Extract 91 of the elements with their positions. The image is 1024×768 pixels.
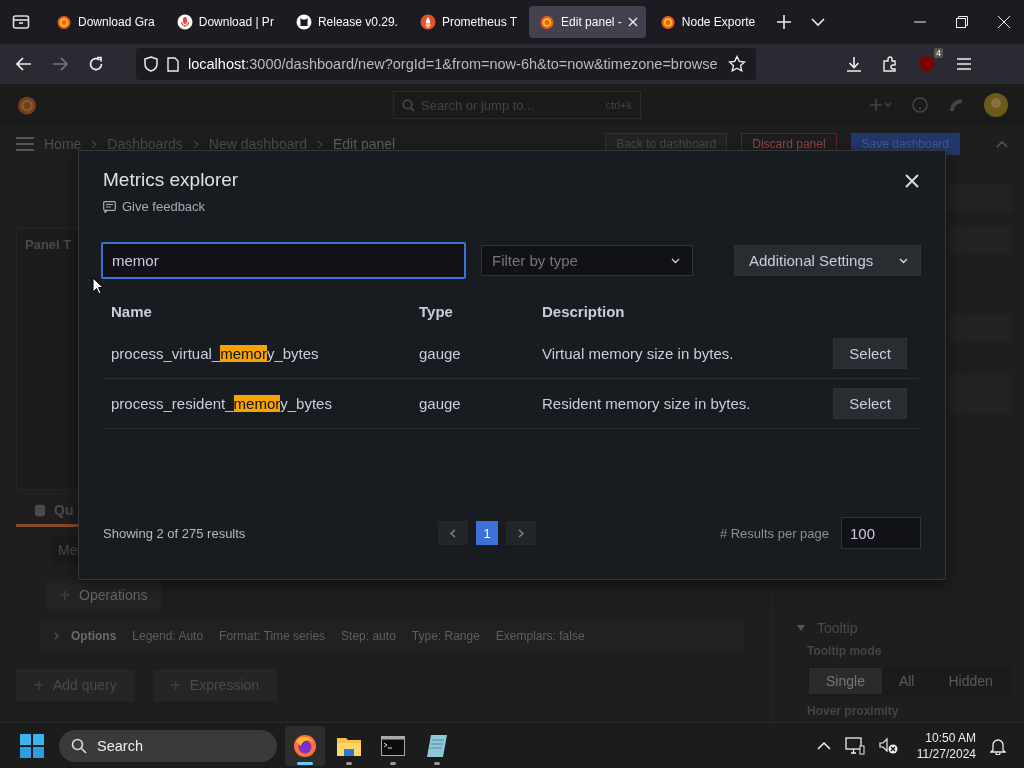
taskbar-search[interactable]: Search — [59, 729, 277, 762]
table-cell-text: Virtual memory size in bytes. — [542, 345, 735, 362]
fox-globe-icon — [293, 733, 317, 758]
search-icon — [71, 737, 87, 754]
browser-tab[interactable]: Node Exporte — [649, 6, 764, 38]
chevron-right-icon — [192, 139, 199, 149]
search-icon — [402, 98, 415, 112]
avatar-icon[interactable] — [984, 93, 1008, 117]
browser-tab[interactable]: Prometheus T — [409, 6, 526, 38]
chevron-right-icon — [91, 139, 98, 149]
chevron-down-icon — [899, 257, 908, 264]
browser-tab[interactable]: Download | Pr — [166, 6, 282, 38]
chevron-down-icon — [671, 257, 680, 264]
search-input[interactable]: memor — [101, 242, 466, 279]
select-button[interactable]: Select — [833, 388, 907, 419]
chevron-left-icon — [450, 528, 456, 538]
option-summary: Type: Range — [411, 629, 480, 643]
tab-title: Download Gra — [78, 15, 155, 29]
taskbar-app[interactable] — [285, 725, 325, 766]
close-icon[interactable] — [905, 174, 919, 188]
tab-title: Edit panel - — [561, 15, 622, 29]
forward-arrow-icon[interactable] — [52, 57, 68, 71]
puzzle-icon[interactable] — [882, 56, 898, 72]
chevron-right-icon — [518, 528, 524, 538]
breadcrumb-link[interactable]: Edit panel — [332, 136, 396, 152]
options-label: Options — [71, 629, 117, 643]
muted-speaker-icon[interactable] — [878, 736, 899, 755]
column-header: Description — [542, 302, 626, 320]
table-cell-text: Resident memory size in bytes. — [542, 395, 752, 412]
clock-time[interactable]: 10:50 AM — [925, 729, 976, 746]
reload-icon[interactable] — [88, 56, 104, 72]
table-cell-text: gauge — [419, 395, 462, 412]
bell-icon[interactable] — [990, 736, 1006, 755]
mode-option[interactable]: All — [881, 668, 932, 694]
clock-date[interactable]: 11/27/2024 — [916, 745, 976, 762]
option-summary: Exemplars: false — [495, 629, 585, 643]
close-icon[interactable] — [998, 16, 1010, 28]
per-page-input[interactable]: 100 — [841, 517, 921, 549]
tab-list-icon[interactable] — [12, 14, 30, 30]
torch-logo-icon — [419, 14, 436, 30]
download-icon[interactable] — [846, 56, 862, 72]
back-arrow-icon[interactable] — [16, 57, 32, 71]
star-icon[interactable] — [728, 55, 746, 73]
terminal-icon — [381, 735, 405, 756]
comment-icon — [103, 200, 116, 213]
type-filter-select[interactable]: Filter by type — [481, 245, 693, 276]
browser-tab[interactable]: Edit panel - — [529, 6, 646, 38]
feedback-link[interactable]: Give feedback — [103, 199, 239, 214]
windows-logo-icon[interactable] — [20, 733, 44, 758]
page-icon — [167, 56, 179, 72]
mode-option[interactable]: Hidden — [931, 668, 1010, 694]
column-header: Type — [419, 302, 454, 320]
tab-title: Release v0.29. — [317, 15, 398, 29]
database-icon — [34, 503, 46, 517]
browser-tab[interactable]: Download Gra — [46, 6, 163, 38]
per-page-label: # Results per page — [719, 525, 829, 541]
cursor-icon — [92, 277, 104, 295]
url-text: localhost:3000/dashboard/new?orgId=1&from=now-6h&to=now&timezone=browse — [188, 56, 719, 72]
tab-title: Prometheus T — [441, 15, 518, 29]
select-button[interactable]: Select — [833, 338, 907, 369]
operations-button[interactable]: Operations — [46, 581, 162, 609]
additional-settings-button[interactable]: Additional Settings — [734, 245, 921, 276]
address-bar[interactable]: localhost:3000/dashboard/new?orgId=1&from=now-6h&to=now&timezone=browse — [136, 48, 756, 80]
chevron-down-icon[interactable] — [811, 17, 826, 27]
cat-logo-icon — [295, 14, 312, 30]
flame-logo-icon[interactable] — [16, 94, 38, 116]
new-tab-icon[interactable] — [777, 15, 792, 29]
table-cell-text: gauge — [419, 345, 462, 362]
flame-logo-icon — [539, 14, 556, 30]
network-icon[interactable] — [844, 736, 865, 755]
flame-logo-icon — [56, 14, 72, 30]
close-icon[interactable] — [627, 17, 638, 27]
shield-icon — [144, 56, 158, 72]
results-summary: Showing 2 of 275 results — [103, 525, 247, 541]
column-header: Name — [111, 302, 153, 320]
page-button[interactable]: 1 — [476, 521, 498, 545]
mode-option[interactable]: Single — [809, 668, 882, 694]
browser-tab[interactable]: Release v0.29. — [285, 6, 406, 38]
tab-title: Node Exporte — [681, 15, 756, 29]
option-summary: Step: auto — [341, 629, 396, 643]
notepad-icon — [426, 733, 448, 758]
restore-icon[interactable] — [956, 16, 968, 28]
flame-logo-icon — [659, 14, 676, 30]
option-summary: Legend: Auto — [132, 629, 204, 643]
chevron-right-icon — [316, 139, 323, 149]
option-summary: Format: Time series — [219, 629, 326, 643]
extension-badge: 4 — [934, 48, 943, 58]
tab-title: Download | Pr — [198, 15, 274, 29]
microphone-icon — [176, 14, 193, 30]
chevron-right-icon — [54, 632, 59, 640]
dialog-title: Metrics explorer — [103, 169, 239, 191]
